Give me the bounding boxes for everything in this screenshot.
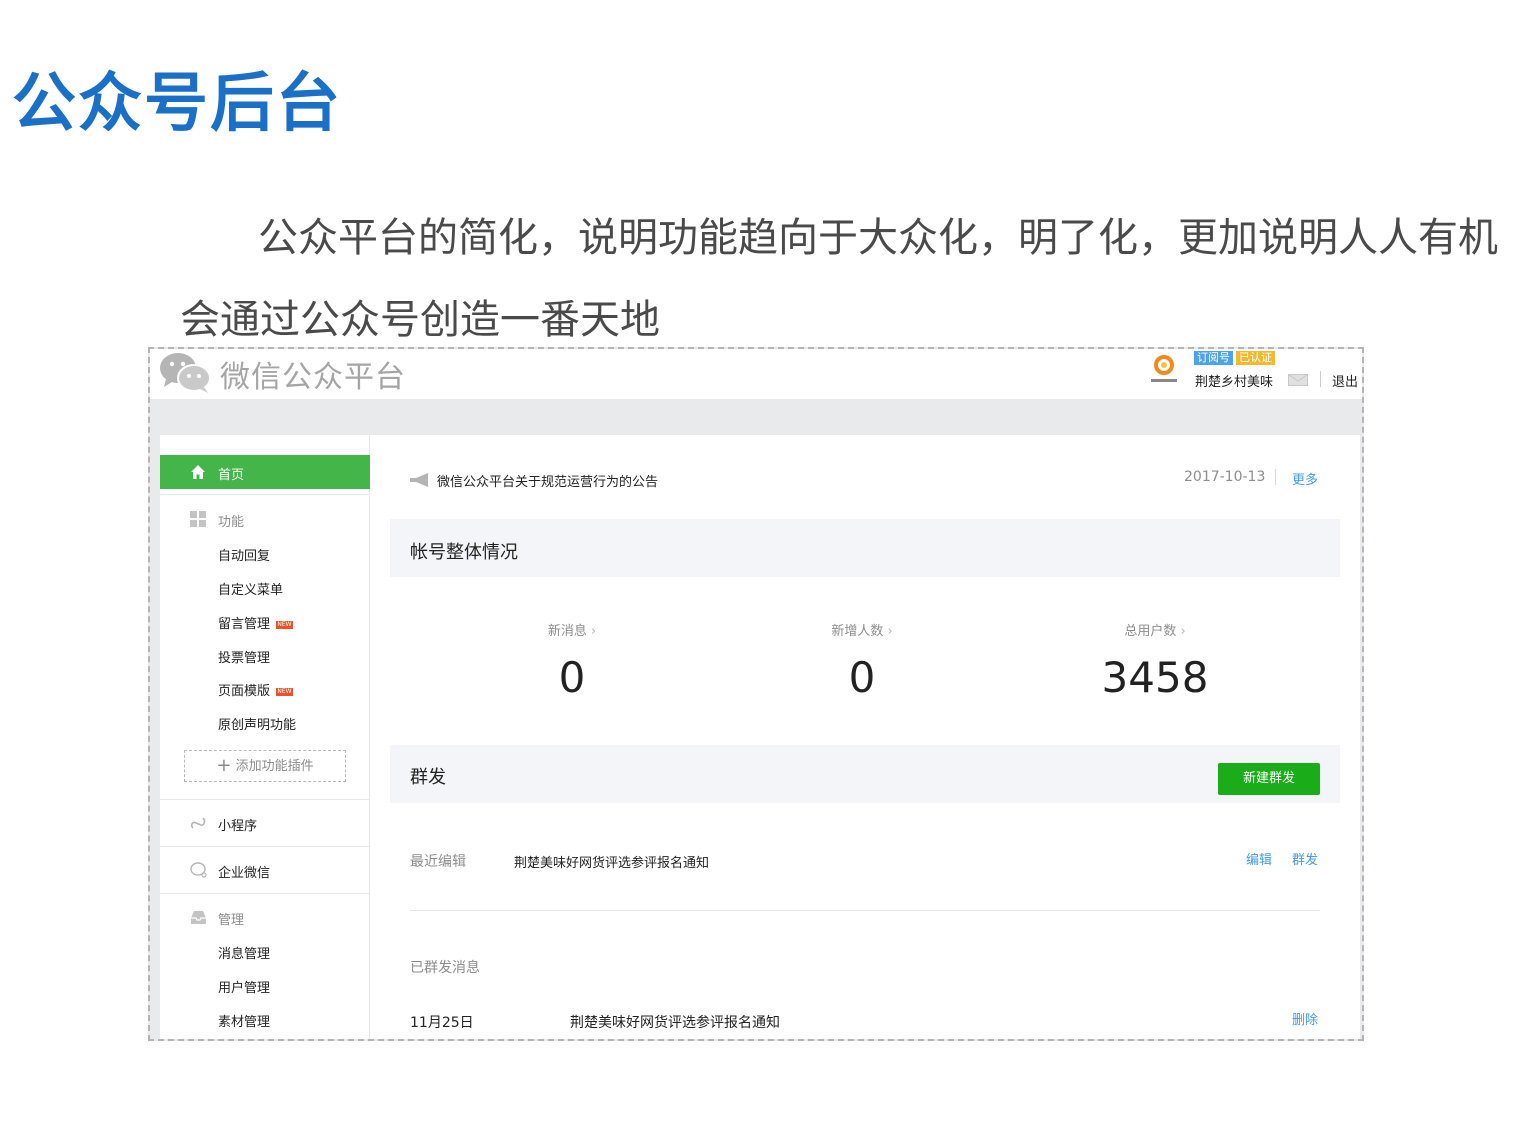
stat-new-messages[interactable]: 新消息 › 0: [512, 620, 632, 702]
sent-message-date: 11月25日: [410, 1015, 474, 1031]
sidebar-divider: [160, 846, 370, 847]
new-badge: NEW: [276, 687, 294, 696]
sidebar-item-user-manage[interactable]: 用户管理: [218, 977, 270, 996]
sidebar-divider: [160, 799, 370, 800]
sidebar-item-label: 自动回复: [218, 549, 271, 564]
sidebar-item-message-manage[interactable]: 消息管理: [218, 943, 270, 962]
stat-label: 新增人数 ›: [831, 624, 893, 639]
notice-date: 2017-10-13: [1184, 469, 1266, 485]
stat-value: 3458: [1101, 653, 1209, 702]
sidebar-item-label: 企业微信: [218, 866, 271, 881]
add-plugin-label: 添加功能插件: [235, 759, 314, 774]
sidebar-item-material-manage[interactable]: 素材管理: [218, 1011, 270, 1030]
slide: 公众号后台 公众平台的简化，说明功能趋向于大众化，明了化，更加说明人人有机 会通…: [0, 0, 1520, 1137]
mass-send-title: 群发: [410, 767, 446, 788]
sidebar-item-home[interactable]: 首页: [160, 455, 370, 489]
mini-program-icon: [190, 817, 206, 829]
chevron-right-icon: ›: [887, 624, 893, 639]
sidebar-item-label: 原创声明功能: [218, 718, 297, 733]
sidebar-item-label: 首页: [218, 468, 245, 483]
grid-icon: [190, 511, 206, 527]
sidebar-item-label: 消息管理: [218, 947, 271, 962]
sidebar-divider: [160, 494, 370, 495]
slide-description-line-1: 公众平台的简化，说明功能趋向于大众化，明了化，更加说明人人有机: [258, 215, 1498, 261]
sidebar-item-label: 用户管理: [218, 981, 271, 996]
sidebar: 首页 功能 自动回复 自定义菜单 留言管理 NEW 投票管理 页面模版 NEW: [160, 435, 370, 1039]
main-content: 微信公众平台关于规范运营行为的公告 2017-10-13 更多 帐号整体情况 新…: [390, 435, 1342, 1039]
list-divider: [410, 910, 1320, 911]
account-avatar[interactable]: [1148, 353, 1180, 387]
subscription-tag: 订阅号: [1194, 351, 1233, 365]
stat-label: 总用户数 ›: [1124, 624, 1186, 639]
notice-text[interactable]: 微信公众平台关于规范运营行为的公告: [437, 471, 658, 490]
overview-title: 帐号整体情况: [410, 542, 518, 563]
mass-send-header: 群发: [390, 745, 1340, 803]
verified-tag: 已认证: [1236, 351, 1275, 365]
plus-icon: +: [216, 755, 232, 776]
new-badge: NEW: [276, 620, 294, 629]
sidebar-item-original-declaration[interactable]: 原创声明功能: [218, 714, 296, 733]
mp-body: 首页 功能 自动回复 自定义菜单 留言管理 NEW 投票管理 页面模版 NEW: [160, 435, 1360, 1039]
mp-header: 微信公众平台 订阅号 已认证 荆楚乡村美味 退出: [150, 349, 1362, 399]
sent-messages-label: 已群发消息: [410, 960, 480, 976]
sidebar-item-page-template[interactable]: 页面模版 NEW: [218, 680, 294, 699]
notice-separator: [1275, 469, 1276, 485]
wechat-logo-icon: [160, 353, 211, 393]
inbox-icon: [191, 911, 206, 924]
chevron-right-icon: ›: [590, 624, 597, 639]
new-mass-send-button[interactable]: 新建群发: [1218, 763, 1320, 795]
stat-value: 0: [558, 653, 586, 702]
sidebar-item-comments[interactable]: 留言管理 NEW: [218, 613, 294, 632]
sidebar-item-label: 自定义菜单: [218, 583, 284, 598]
sidebar-item-vote[interactable]: 投票管理: [218, 647, 270, 666]
add-plugin-button[interactable]: + 添加功能插件: [184, 750, 346, 782]
recent-edit-title[interactable]: 荆楚美味好网货评选参评报名通知: [514, 852, 709, 871]
mail-icon[interactable]: [1288, 374, 1308, 386]
recent-edit-label: 最近编辑: [410, 854, 466, 870]
slide-description-line-2: 会通过公众号创造一番天地: [180, 297, 660, 343]
sidebar-item-label: 留言管理: [218, 617, 271, 632]
stat-new-followers[interactable]: 新增人数 › 0: [802, 620, 922, 702]
edit-link[interactable]: 编辑: [1246, 849, 1272, 868]
slide-title: 公众号后台: [12, 67, 342, 141]
sent-message-title[interactable]: 荆楚美味好网货评选参评报名通知: [570, 1012, 780, 1032]
enterprise-wechat-icon: [190, 862, 207, 878]
logout-link[interactable]: 退出: [1332, 371, 1358, 390]
more-link[interactable]: 更多: [1292, 469, 1318, 488]
mp-logo-text: 微信公众平台: [220, 360, 406, 395]
sidebar-divider: [160, 893, 370, 894]
overview-header: 帐号整体情况: [390, 519, 1340, 577]
sidebar-group-label: 管理: [218, 913, 245, 928]
home-icon: [191, 465, 205, 479]
sidebar-item-label: 小程序: [218, 819, 258, 834]
sidebar-item-custom-menu[interactable]: 自定义菜单: [218, 579, 283, 598]
sidebar-item-auto-reply[interactable]: 自动回复: [218, 545, 270, 564]
delete-link[interactable]: 删除: [1292, 1009, 1318, 1028]
wechat-mp-screenshot: 微信公众平台 订阅号 已认证 荆楚乡村美味 退出 首页 功能 自动回复 自定义菜…: [148, 347, 1364, 1041]
sidebar-item-label: 投票管理: [218, 651, 271, 666]
header-separator: [1320, 371, 1321, 387]
account-name[interactable]: 荆楚乡村美味: [1195, 371, 1273, 390]
send-link[interactable]: 群发: [1292, 849, 1318, 868]
sidebar-item-label: 素材管理: [218, 1015, 271, 1030]
megaphone-icon: [410, 473, 428, 487]
stat-total-users[interactable]: 总用户数 › 3458: [1085, 620, 1225, 702]
chevron-right-icon: ›: [1180, 624, 1186, 639]
stat-value: 0: [848, 653, 876, 702]
stat-label: 新消息 ›: [547, 624, 597, 639]
sidebar-group-label: 功能: [218, 515, 245, 530]
sidebar-item-label: 页面模版: [218, 684, 271, 699]
